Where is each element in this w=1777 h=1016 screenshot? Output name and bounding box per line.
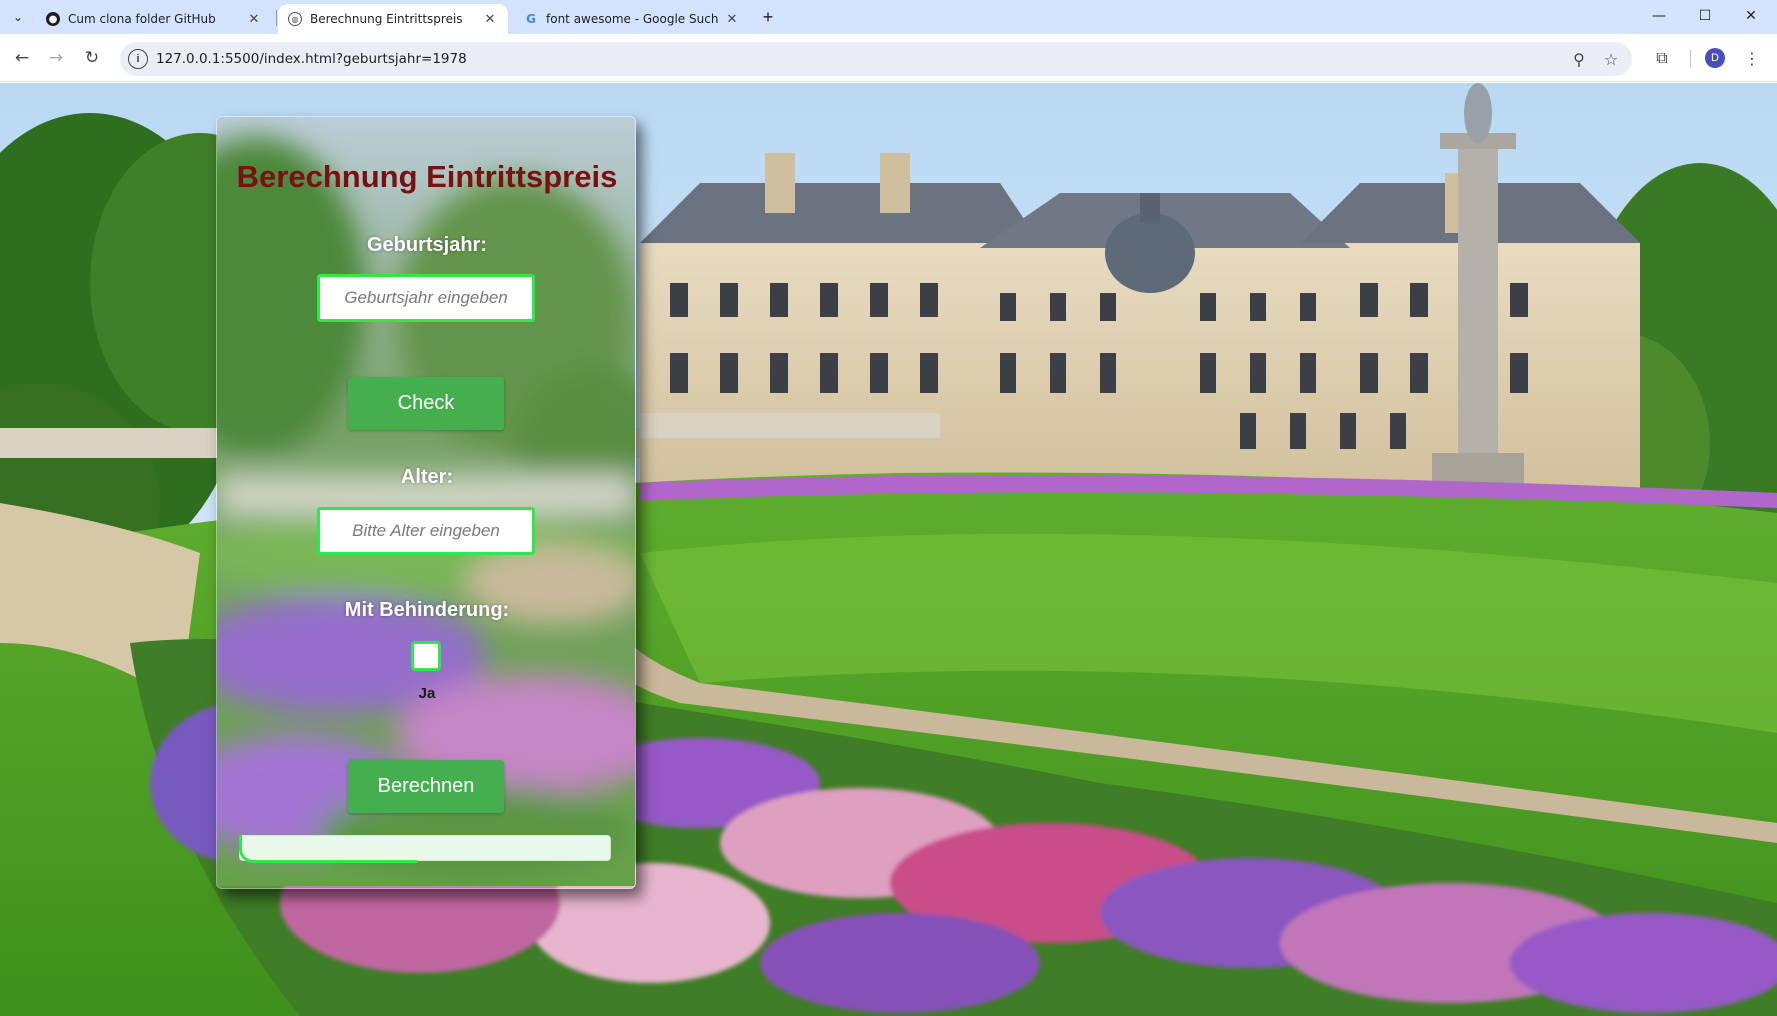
close-icon[interactable]: ✕	[246, 11, 262, 27]
page-title: Berechnung Eintrittspreis	[236, 159, 618, 194]
address-bar[interactable]: i 127.0.0.1:5500/index.html?geburtsjahr=…	[120, 42, 1632, 76]
zoom-icon[interactable]: ⚲	[1568, 48, 1590, 70]
url-text[interactable]: 127.0.0.1:5500/index.html?geburtsjahr=19…	[156, 51, 467, 67]
disability-option-label: Ja	[418, 685, 436, 702]
bookmark-star-icon[interactable]: ☆	[1600, 48, 1622, 70]
google-icon: G	[526, 12, 536, 26]
browser-toolbar: ← → ↻ i 127.0.0.1:5500/index.html?geburt…	[0, 34, 1777, 82]
tab-title: Berechnung Eintrittspreis	[310, 12, 463, 26]
back-icon[interactable]: ←	[8, 44, 36, 72]
toolbar-divider	[1690, 50, 1691, 68]
reload-icon[interactable]: ↻	[78, 44, 106, 72]
check-button[interactable]: Check	[348, 377, 504, 430]
tab-divider	[276, 10, 277, 26]
new-tab-button[interactable]: +	[756, 5, 780, 29]
age-label: Alter:	[400, 466, 454, 488]
close-window-icon[interactable]: ✕	[1728, 0, 1774, 32]
disability-label: Mit Behinderung:	[344, 599, 510, 621]
close-icon[interactable]: ✕	[724, 11, 740, 27]
github-icon: ●	[46, 12, 60, 26]
tab-title: Cum clona folder GitHub	[68, 12, 216, 26]
tab-strip: ⌄ ● Cum clona folder GitHub ✕ ◍ Berechnu…	[0, 0, 1777, 34]
birth-year-label: Geburtsjahr:	[366, 234, 488, 256]
tab-title: font awesome - Google Suche	[546, 12, 718, 26]
birth-year-input[interactable]	[317, 274, 535, 322]
menu-kebab-icon[interactable]: ⋮	[1740, 46, 1764, 70]
profile-avatar[interactable]: D	[1705, 48, 1725, 68]
calculate-button[interactable]: Berechnen	[348, 760, 504, 813]
tab-berechnung[interactable]: ◍ Berechnung Eintrittspreis ✕	[278, 4, 508, 34]
result-accent-border	[239, 835, 417, 863]
page-viewport: Berechnung Eintrittspreis Geburtsjahr: C…	[0, 83, 1777, 1016]
minimize-icon[interactable]: —	[1636, 0, 1682, 32]
forward-icon[interactable]: →	[42, 44, 70, 72]
site-info-icon[interactable]: i	[128, 49, 148, 69]
tab-github[interactable]: ● Cum clona folder GitHub ✕	[36, 4, 272, 34]
tab-search-icon[interactable]: ⌄	[6, 6, 30, 28]
tab-google[interactable]: G font awesome - Google Suche ✕	[514, 4, 750, 34]
extensions-icon[interactable]: ⧉	[1650, 46, 1674, 70]
disability-checkbox[interactable]	[411, 641, 441, 671]
age-input[interactable]	[317, 507, 535, 555]
globe-icon: ◍	[288, 12, 302, 26]
maximize-icon[interactable]: ☐	[1682, 0, 1728, 32]
form-card: Berechnung Eintrittspreis Geburtsjahr: C…	[216, 116, 636, 889]
close-icon[interactable]: ✕	[482, 11, 498, 27]
